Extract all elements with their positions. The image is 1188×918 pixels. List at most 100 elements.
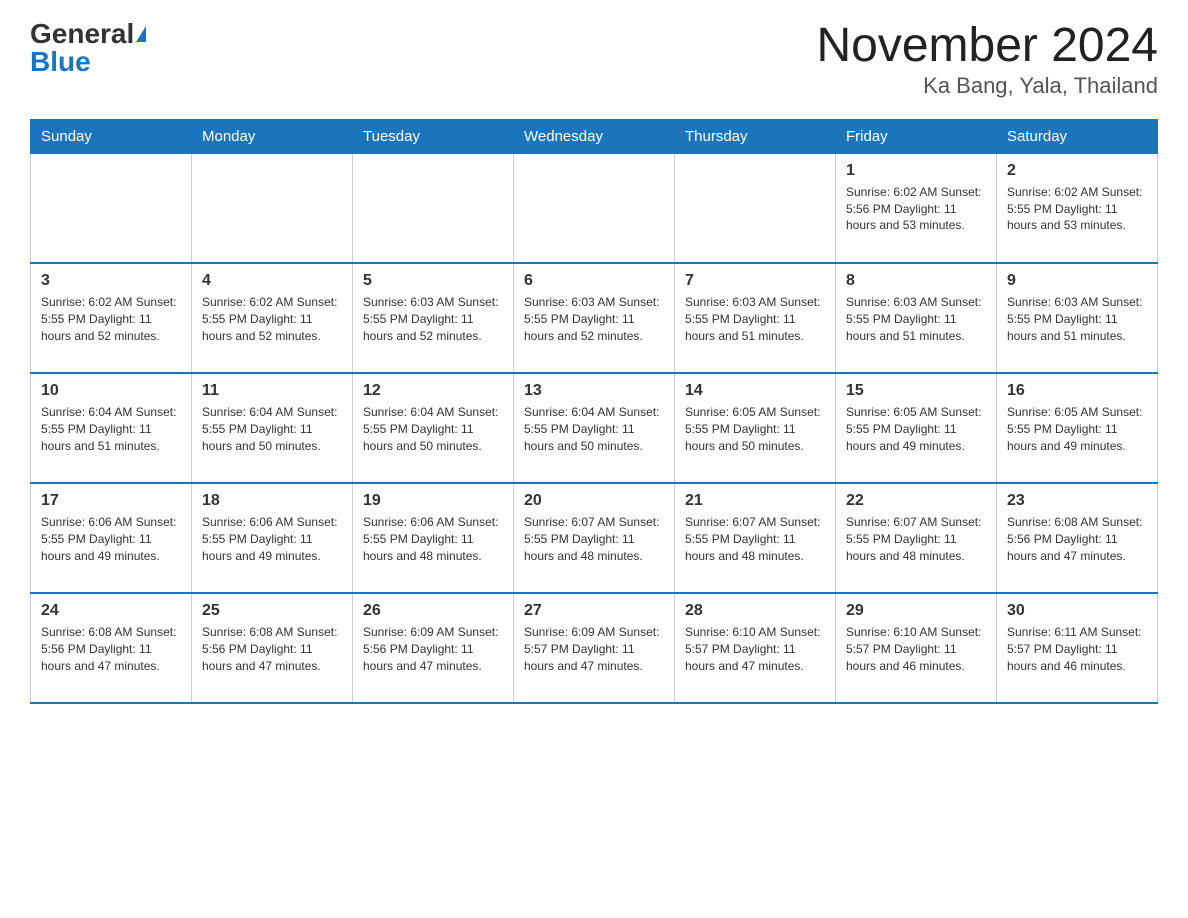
- calendar-cell: 24 Sunrise: 6:08 AM Sunset: 5:56 PM Dayli…: [31, 593, 192, 703]
- day-number: 16: [1007, 382, 1147, 400]
- day-info: Sunrise: 6:04 AM Sunset: 5:55 PM Dayligh…: [202, 404, 342, 454]
- day-info: Sunrise: 6:08 AM Sunset: 5:56 PM Dayligh…: [41, 624, 181, 674]
- calendar-cell: 23 Sunrise: 6:08 AM Sunset: 5:56 PM Dayli…: [997, 483, 1158, 593]
- day-number: 20: [524, 492, 664, 510]
- calendar-cell: [192, 153, 353, 263]
- day-info: Sunrise: 6:07 AM Sunset: 5:55 PM Dayligh…: [846, 514, 986, 564]
- calendar-cell: 19 Sunrise: 6:06 AM Sunset: 5:55 PM Dayli…: [353, 483, 514, 593]
- day-number: 19: [363, 492, 503, 510]
- calendar-cell: [514, 153, 675, 263]
- day-number: 10: [41, 382, 181, 400]
- week-row-0: 1 Sunrise: 6:02 AM Sunset: 5:56 PM Daylig…: [31, 153, 1158, 263]
- day-info: Sunrise: 6:08 AM Sunset: 5:56 PM Dayligh…: [202, 624, 342, 674]
- day-info: Sunrise: 6:02 AM Sunset: 5:56 PM Dayligh…: [846, 184, 986, 234]
- calendar-cell: 12Sunrise: 6:04 AM Sunset: 5:55 PM Dayli…: [353, 373, 514, 483]
- day-info: Sunrise: 6:06 AM Sunset: 5:55 PM Dayligh…: [202, 514, 342, 564]
- day-info: Sunrise: 6:04 AM Sunset: 5:55 PM Dayligh…: [524, 404, 664, 454]
- header-sunday: Sunday: [31, 119, 192, 153]
- logo-triangle-icon: [136, 26, 146, 42]
- day-number: 11: [202, 382, 342, 400]
- day-info: Sunrise: 6:06 AM Sunset: 5:55 PM Dayligh…: [363, 514, 503, 564]
- calendar-body: 1 Sunrise: 6:02 AM Sunset: 5:56 PM Daylig…: [31, 153, 1158, 703]
- day-number: 28: [685, 602, 825, 620]
- day-number: 14: [685, 382, 825, 400]
- calendar-cell: 15 Sunrise: 6:05 AM Sunset: 5:55 PM Dayli…: [836, 373, 997, 483]
- calendar-cell: 28 Sunrise: 6:10 AM Sunset: 5:57 PM Dayli…: [675, 593, 836, 703]
- day-info: Sunrise: 6:02 AM Sunset: 5:55 PM Dayligh…: [1007, 184, 1147, 234]
- calendar-cell: 27 Sunrise: 6:09 AM Sunset: 5:57 PM Dayli…: [514, 593, 675, 703]
- day-number: 15: [846, 382, 986, 400]
- day-number: 6: [524, 272, 664, 290]
- calendar-cell: 2Sunrise: 6:02 AM Sunset: 5:55 PM Daylig…: [997, 153, 1158, 263]
- day-info: Sunrise: 6:10 AM Sunset: 5:57 PM Dayligh…: [685, 624, 825, 674]
- day-info: Sunrise: 6:03 AM Sunset: 5:55 PM Dayligh…: [524, 294, 664, 344]
- calendar-cell: 13 Sunrise: 6:04 AM Sunset: 5:55 PM Dayli…: [514, 373, 675, 483]
- calendar-cell: 1 Sunrise: 6:02 AM Sunset: 5:56 PM Daylig…: [836, 153, 997, 263]
- day-number: 30: [1007, 602, 1147, 620]
- day-number: 17: [41, 492, 181, 510]
- day-info: Sunrise: 6:04 AM Sunset: 5:55 PM Dayligh…: [41, 404, 181, 454]
- day-number: 23: [1007, 492, 1147, 510]
- logo-blue-text: Blue: [30, 48, 91, 76]
- day-number: 22: [846, 492, 986, 510]
- calendar-cell: 4 Sunrise: 6:02 AM Sunset: 5:55 PM Daylig…: [192, 263, 353, 373]
- calendar-cell: 14 Sunrise: 6:05 AM Sunset: 5:55 PM Dayli…: [675, 373, 836, 483]
- day-number: 5: [363, 272, 503, 290]
- day-number: 13: [524, 382, 664, 400]
- calendar-cell: 21Sunrise: 6:07 AM Sunset: 5:55 PM Dayli…: [675, 483, 836, 593]
- calendar-header: SundayMondayTuesdayWednesdayThursdayFrid…: [31, 119, 1158, 153]
- page-title: November 2024: [816, 20, 1158, 73]
- calendar-cell: 3Sunrise: 6:02 AM Sunset: 5:55 PM Daylig…: [31, 263, 192, 373]
- calendar-cell: 6 Sunrise: 6:03 AM Sunset: 5:55 PM Daylig…: [514, 263, 675, 373]
- logo-general-text: General: [30, 20, 134, 48]
- calendar-cell: 9 Sunrise: 6:03 AM Sunset: 5:55 PM Daylig…: [997, 263, 1158, 373]
- calendar-cell: 22 Sunrise: 6:07 AM Sunset: 5:55 PM Dayli…: [836, 483, 997, 593]
- day-number: 24: [41, 602, 181, 620]
- calendar-cell: 7 Sunrise: 6:03 AM Sunset: 5:55 PM Daylig…: [675, 263, 836, 373]
- day-info: Sunrise: 6:03 AM Sunset: 5:55 PM Dayligh…: [685, 294, 825, 344]
- calendar-cell: 25 Sunrise: 6:08 AM Sunset: 5:56 PM Dayli…: [192, 593, 353, 703]
- calendar-cell: 11 Sunrise: 6:04 AM Sunset: 5:55 PM Dayli…: [192, 373, 353, 483]
- day-info: Sunrise: 6:07 AM Sunset: 5:55 PM Dayligh…: [685, 514, 825, 564]
- calendar-cell: 26Sunrise: 6:09 AM Sunset: 5:56 PM Dayli…: [353, 593, 514, 703]
- header-thursday: Thursday: [675, 119, 836, 153]
- week-row-1: 3 Sunrise: 6:02 AM Sunset: 5:55 PM Daylig…: [31, 263, 1158, 373]
- day-info: Sunrise: 6:11 AM Sunset: 5:57 PM Dayligh…: [1007, 624, 1147, 674]
- header-wednesday: Wednesday: [514, 119, 675, 153]
- day-info: Sunrise: 6:08 AM Sunset: 5:56 PM Dayligh…: [1007, 514, 1147, 564]
- header-monday: Monday: [192, 119, 353, 153]
- day-info: Sunrise: 6:07 AM Sunset: 5:55 PM Dayligh…: [524, 514, 664, 564]
- calendar-cell: 8 Sunrise: 6:03 AM Sunset: 5:55 PM Daylig…: [836, 263, 997, 373]
- page-subtitle: Ka Bang, Yala, Thailand: [816, 73, 1158, 99]
- calendar-cell: 5 Sunrise: 6:03 AM Sunset: 5:55 PM Daylig…: [353, 263, 514, 373]
- calendar-cell: 18 Sunrise: 6:06 AM Sunset: 5:55 PM Dayli…: [192, 483, 353, 593]
- day-number: 1: [846, 162, 986, 180]
- day-number: 27: [524, 602, 664, 620]
- day-number: 29: [846, 602, 986, 620]
- day-number: 25: [202, 602, 342, 620]
- day-info: Sunrise: 6:05 AM Sunset: 5:55 PM Dayligh…: [685, 404, 825, 454]
- day-number: 8: [846, 272, 986, 290]
- day-info: Sunrise: 6:04 AM Sunset: 5:55 PM Dayligh…: [363, 404, 503, 454]
- day-info: Sunrise: 6:03 AM Sunset: 5:55 PM Dayligh…: [846, 294, 986, 344]
- day-info: Sunrise: 6:10 AM Sunset: 5:57 PM Dayligh…: [846, 624, 986, 674]
- day-number: 3: [41, 272, 181, 290]
- calendar-cell: [675, 153, 836, 263]
- day-info: Sunrise: 6:09 AM Sunset: 5:57 PM Dayligh…: [524, 624, 664, 674]
- day-info: Sunrise: 6:05 AM Sunset: 5:55 PM Dayligh…: [1007, 404, 1147, 454]
- day-info: Sunrise: 6:05 AM Sunset: 5:55 PM Dayligh…: [846, 404, 986, 454]
- day-number: 18: [202, 492, 342, 510]
- week-row-4: 24 Sunrise: 6:08 AM Sunset: 5:56 PM Dayli…: [31, 593, 1158, 703]
- day-number: 26: [363, 602, 503, 620]
- calendar-cell: 17Sunrise: 6:06 AM Sunset: 5:55 PM Dayli…: [31, 483, 192, 593]
- day-number: 9: [1007, 272, 1147, 290]
- header-friday: Friday: [836, 119, 997, 153]
- day-number: 4: [202, 272, 342, 290]
- day-info: Sunrise: 6:03 AM Sunset: 5:55 PM Dayligh…: [1007, 294, 1147, 344]
- calendar-cell: [353, 153, 514, 263]
- day-number: 7: [685, 272, 825, 290]
- header-tuesday: Tuesday: [353, 119, 514, 153]
- header-saturday: Saturday: [997, 119, 1158, 153]
- day-info: Sunrise: 6:02 AM Sunset: 5:55 PM Dayligh…: [202, 294, 342, 344]
- day-info: Sunrise: 6:03 AM Sunset: 5:55 PM Dayligh…: [363, 294, 503, 344]
